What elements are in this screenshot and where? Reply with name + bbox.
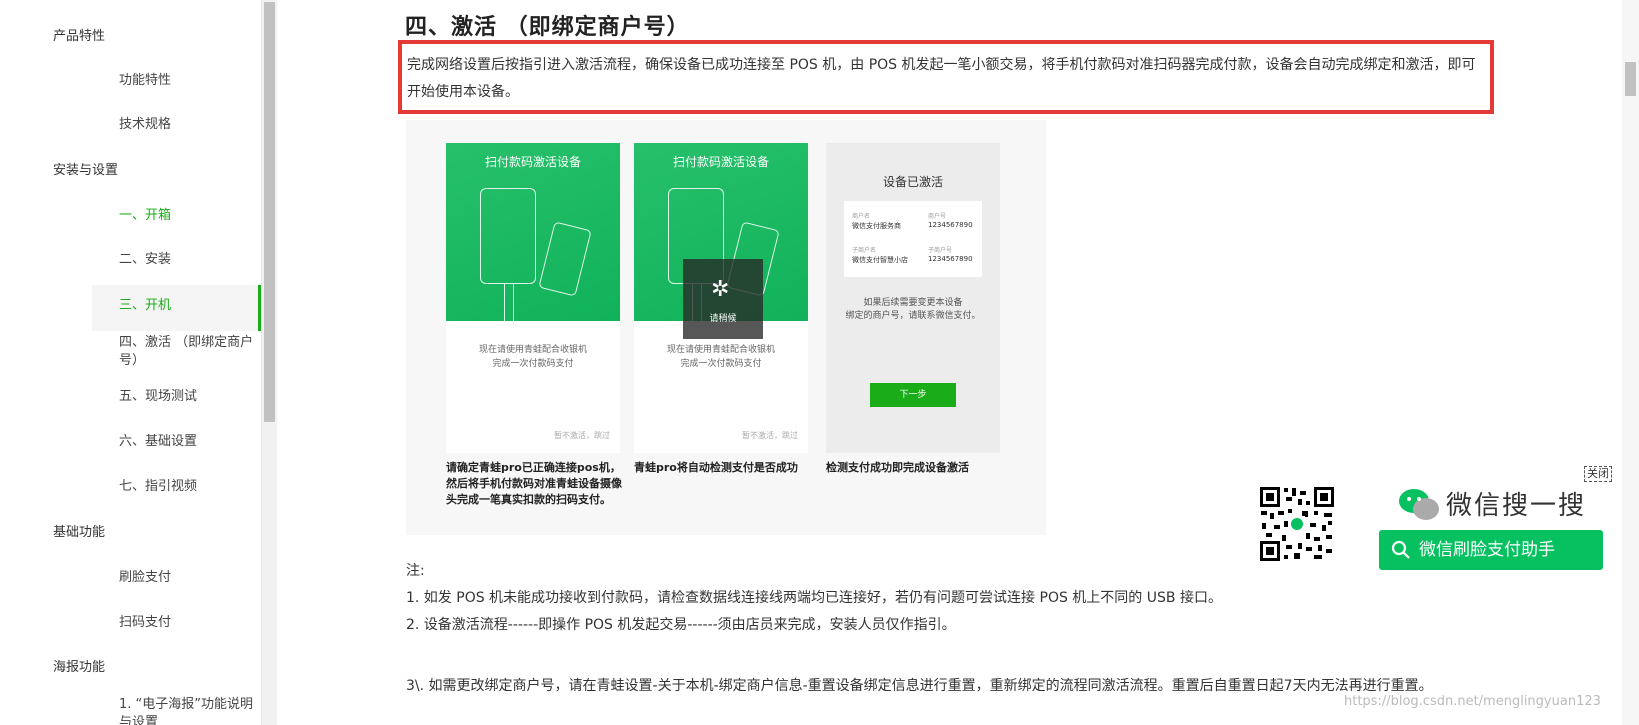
card-value: 微信支付服务商 [852, 222, 901, 230]
step-caption-2: 青蛙pro将自动检测支付是否成功 [634, 461, 798, 474]
caption-line: 完成一次付款码支付 [492, 359, 574, 369]
notes-heading: 注: [406, 563, 425, 579]
sidebar-group-poster[interactable]: 海报功能 [53, 659, 105, 677]
active-item-indicator [258, 285, 261, 331]
loading-text: 请稍候 [709, 314, 737, 324]
sidebar-item-basic-settings[interactable]: 六、基础设置 [119, 433, 197, 451]
skip-link: 暂不激活，跳过 [554, 431, 610, 440]
blog-watermark: https://blog.csdn.net/menglingyuan123 [1344, 694, 1601, 709]
wechat-search-brand: 微信搜一搜 [1446, 491, 1587, 521]
loading-overlay: ✲ 请稍候 [683, 259, 763, 339]
screen-title: 设备已激活 [882, 175, 943, 189]
screen-green-header: 扫付款码激活设备 [446, 143, 620, 321]
spinner-icon: ✲ [711, 277, 730, 302]
page-scrollbar-track[interactable] [1622, 0, 1639, 725]
sidebar-item-video[interactable]: 七、指引视频 [119, 478, 197, 496]
sidebar-item-field-test[interactable]: 五、现场测试 [119, 388, 197, 406]
card-value: 1234567890 [928, 255, 973, 263]
active-item-background [92, 285, 260, 331]
search-button-label: 微信刷脸支付助手 [1419, 540, 1555, 560]
page-scrollbar-thumb[interactable] [1625, 62, 1636, 96]
note-line: 如果后续需要变更本设备 [863, 298, 963, 308]
sidebar-scrollbar-thumb[interactable] [264, 2, 275, 422]
wechat-search-button[interactable]: 微信刷脸支付助手 [1379, 530, 1603, 570]
sidebar-item-specs[interactable]: 技术规格 [119, 116, 171, 134]
sidebar-group-install[interactable]: 安装与设置 [53, 162, 118, 180]
card-label: 商户名 [852, 213, 871, 220]
sidebar-item-e-poster[interactable]: 1. “电子海报”功能说明与设置 [119, 696, 257, 725]
wechat-logo-icon [1399, 489, 1439, 520]
sidebar-item-activate[interactable]: 四、激活 （即绑定商户号） [119, 334, 257, 370]
note-item-3: 3\. 如需更改绑定商户号，请在青蛙设置-关于本机-绑定商户信息-重置设备绑定信… [406, 678, 1433, 694]
next-button: 下一步 [870, 383, 956, 407]
note-line: 绑定的商户号，请联系微信支付。 [845, 311, 981, 321]
card-label: 子商户名 [852, 247, 877, 254]
sidebar-item-unbox[interactable]: 一、开箱 [119, 207, 171, 225]
screen-title: 扫付款码激活设备 [484, 155, 581, 169]
screen-title: 扫付款码激活设备 [672, 155, 769, 169]
merchant-info-card: 商户名 微信支付服务商 商户号 1234567890 子商户名 微信支付智慧小店… [844, 201, 982, 277]
sidebar-item-install[interactable]: 二、安装 [119, 251, 171, 269]
card-value: 微信支付智慧小店 [852, 256, 908, 264]
pos-stand-icon [504, 284, 514, 321]
intro-paragraph: 完成网络设置后按指引进入激活流程，确保设备已成功连接至 POS 机，由 POS … [407, 57, 1476, 100]
caption-line: 现在请使用青蛙配合收银机 [478, 345, 587, 355]
screen-activated: 设备已激活 商户名 微信支付服务商 商户号 1234567890 子商户名 微信… [826, 143, 1000, 453]
screen-caption: 现在请使用青蛙配合收银机 完成一次付款码支付 [634, 343, 808, 371]
screen-caption: 现在请使用青蛙配合收银机 完成一次付款码支付 [446, 343, 620, 371]
mobile-phone-icon [538, 221, 592, 297]
step-caption-3: 检测支付成功即完成设备激活 [826, 461, 969, 474]
sidebar-item-power-on[interactable]: 三、开机 [119, 297, 171, 315]
card-value: 1234567890 [928, 221, 973, 229]
search-icon [1391, 540, 1410, 559]
screen-scan-code: 扫付款码激活设备 现在请使用青蛙配合收银机 完成一次付款码支付 暂不激活，跳过 [446, 143, 620, 453]
pos-device-icon [480, 188, 536, 284]
sidebar-item-face-pay[interactable]: 刷脸支付 [119, 569, 171, 587]
caption-line: 完成一次付款码支付 [680, 359, 762, 369]
sidebar-group-product[interactable]: 产品特性 [53, 28, 105, 46]
screen-detecting: 扫付款码激活设备 ✲ 请稍候 现在请使用青蛙配合收银机 完成一次付款码支付 暂不… [634, 143, 808, 453]
note-item-2: 2. 设备激活流程------即操作 POS 机发起交易------须由店员来完… [406, 617, 956, 633]
activation-steps-image: 扫付款码激活设备 现在请使用青蛙配合收银机 完成一次付款码支付 暂不激活，跳过 … [406, 120, 1046, 535]
sidebar-group-basic-functions[interactable]: 基础功能 [53, 524, 105, 542]
step-caption-1: 请确定青蛙pro已正确连接pos机，然后将手机付款码对准青蛙设备摄像头完成一笔真… [446, 461, 622, 506]
caption-line: 现在请使用青蛙配合收银机 [666, 345, 775, 355]
card-label: 子商户号 [928, 247, 953, 254]
qr-code-icon [1258, 485, 1336, 563]
sidebar-nav: 产品特性 功能特性 技术规格 安装与设置 一、开箱 二、安装 三、开机 四、激活… [0, 0, 262, 725]
note-item-1: 1. 如发 POS 机未能成功接收到付款码，请检查数据线连接线两端均已连接好，若… [406, 590, 1222, 606]
change-merchant-note: 如果后续需要变更本设备 绑定的商户号，请联系微信支付。 [826, 297, 1000, 323]
close-ad-button[interactable]: 关闭 [1584, 466, 1612, 482]
skip-link: 暂不激活，跳过 [742, 431, 798, 440]
sidebar-item-features[interactable]: 功能特性 [119, 72, 171, 90]
sidebar-item-scan-pay[interactable]: 扫码支付 [119, 614, 171, 632]
card-label: 商户号 [928, 213, 947, 220]
section-title: 四、激活 （即绑定商户号） [405, 15, 690, 40]
